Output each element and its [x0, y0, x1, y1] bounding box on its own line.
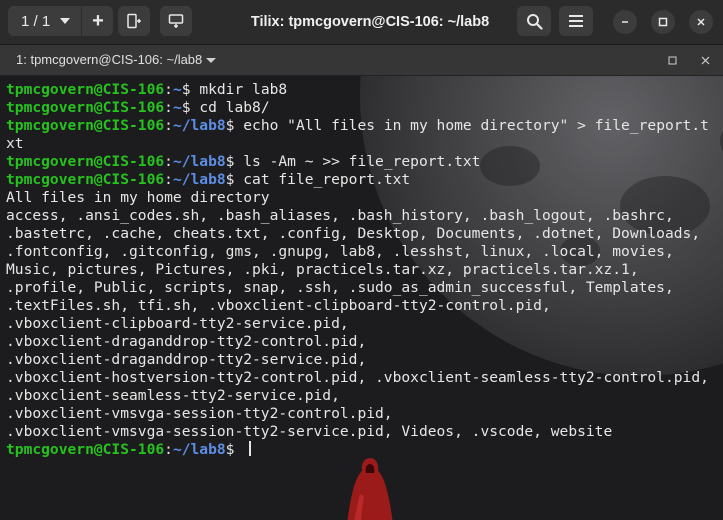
prompt-line: tpmcgovern@CIS-106:~/lab8$ cat file_repo…: [6, 171, 709, 189]
add-terminal-down-button[interactable]: [160, 6, 192, 36]
prompt-path: ~: [172, 81, 182, 98]
terminal-title[interactable]: 1: tpmcgovern@CIS-106: ~/lab8: [16, 45, 202, 75]
maximize-button[interactable]: [651, 10, 675, 34]
output-text: .vboxclient-draganddrop-tty2-control.pid…: [6, 333, 367, 350]
output-text: Music, pictures, Pictures, .pki, practic…: [6, 261, 639, 278]
command-text: $ cd lab8/: [181, 99, 270, 116]
output-text: .textFiles.sh, tfi.sh, .vboxclient-clipb…: [6, 297, 551, 314]
chevron-down-icon[interactable]: [206, 58, 216, 63]
output-text: .vboxclient-clipboard-tty2-service.pid,: [6, 315, 349, 332]
add-terminal-right-button[interactable]: [118, 6, 150, 36]
command-text: $ echo "All files in my home directory" …: [225, 117, 709, 134]
session-switcher-button[interactable]: 1 / 1: [8, 6, 80, 36]
output-line: .vboxclient-clipboard-tty2-service.pid,: [6, 315, 709, 333]
prompt-separator: :: [164, 441, 173, 458]
prompt-line: tpmcgovern@CIS-106:~/lab8$ ls -Am ~ >> f…: [6, 153, 709, 171]
output-text: .vboxclient-vmsvga-session-tty2-service.…: [6, 423, 613, 440]
prompt-user-host: tpmcgovern@CIS-106: [6, 99, 165, 116]
output-line: access, .ansi_codes.sh, .bash_aliases, .…: [6, 207, 709, 225]
output-text: access, .ansi_codes.sh, .bash_aliases, .…: [6, 207, 674, 224]
output-line: Music, pictures, Pictures, .pki, practic…: [6, 261, 709, 279]
output-line: xt: [6, 135, 709, 153]
terminal-close-button[interactable]: [697, 52, 713, 68]
output-text: .vboxclient-hostversion-tty2-control.pid…: [6, 369, 709, 386]
output-text: .fontconfig, .gitconfig, gms, .gnupg, la…: [6, 243, 674, 260]
plus-icon: +: [92, 9, 104, 32]
command-text: $: [225, 441, 244, 458]
output-line: .textFiles.sh, tfi.sh, .vboxclient-clipb…: [6, 297, 709, 315]
session-counter: 1 / 1: [21, 12, 51, 30]
output-line: .vboxclient-vmsvga-session-tty2-control.…: [6, 405, 709, 423]
output-line: .vboxclient-hostversion-tty2-control.pid…: [6, 369, 709, 387]
split-down-icon: [168, 14, 184, 28]
output-text: .bastetrc, .cache, cheats.txt, .config, …: [6, 225, 701, 242]
maximize-icon: [668, 56, 676, 64]
command-text: $ mkdir lab8: [181, 81, 288, 98]
output-line: .vboxclient-draganddrop-tty2-service.pid…: [6, 351, 709, 369]
command-text: $ ls -Am ~ >> file_report.txt: [225, 153, 481, 170]
output-text: xt: [6, 135, 24, 152]
prompt-path: ~/lab8: [172, 441, 226, 458]
minimize-icon: [622, 21, 628, 23]
session-group: 1 / 1 +: [8, 6, 113, 36]
add-session-button[interactable]: +: [81, 6, 114, 36]
close-icon: [701, 56, 709, 64]
terminal-maximize-button[interactable]: [664, 52, 680, 68]
output-line: .fontconfig, .gitconfig, gms, .gnupg, la…: [6, 243, 709, 261]
prompt-path: ~: [172, 99, 182, 116]
main-menu-button[interactable]: [559, 6, 593, 36]
prompt-separator: :: [164, 171, 173, 188]
prompt-line: tpmcgovern@CIS-106:~/lab8$ echo "All fil…: [6, 117, 709, 135]
output-text: All files in my home directory: [6, 189, 270, 206]
prompt-separator: :: [164, 99, 173, 116]
output-text: .vboxclient-seamless-tty2-service.pid,: [6, 387, 340, 404]
search-button[interactable]: [517, 6, 551, 36]
output-line: .vboxclient-seamless-tty2-service.pid,: [6, 387, 709, 405]
maximize-icon: [658, 17, 668, 27]
prompt-path: ~/lab8: [172, 117, 226, 134]
prompt-separator: :: [164, 117, 173, 134]
terminal-output: tpmcgovern@CIS-106:~$ mkdir lab8 tpmcgove…: [6, 81, 709, 459]
output-text: .vboxclient-vmsvga-session-tty2-control.…: [6, 405, 393, 422]
output-text: .vboxclient-draganddrop-tty2-service.pid…: [6, 351, 367, 368]
terminal-title-bar: 1: tpmcgovern@CIS-106: ~/lab8: [0, 45, 723, 76]
prompt-user-host: tpmcgovern@CIS-106: [6, 153, 165, 170]
text-cursor: [249, 441, 252, 456]
background-figure-image: [347, 458, 393, 520]
close-button[interactable]: [689, 10, 713, 34]
command-text: $ cat file_report.txt: [225, 171, 411, 188]
header-bar: 1 / 1 + Tilix: tpmcgovern@CIS-106: ~/lab…: [0, 0, 723, 45]
prompt-line: tpmcgovern@CIS-106:~/lab8$: [6, 441, 709, 459]
chevron-down-icon: [60, 18, 71, 24]
prompt-line: tpmcgovern@CIS-106:~$ cd lab8/: [6, 99, 709, 117]
output-text: .profile, Public, scripts, snap, .ssh, .…: [6, 279, 674, 296]
minimize-button[interactable]: [613, 10, 637, 34]
split-right-icon: [127, 13, 141, 29]
search-icon: [526, 13, 543, 30]
output-line: .profile, Public, scripts, snap, .ssh, .…: [6, 279, 709, 297]
output-line: .vboxclient-draganddrop-tty2-control.pid…: [6, 333, 709, 351]
output-line: All files in my home directory: [6, 189, 709, 207]
prompt-user-host: tpmcgovern@CIS-106: [6, 81, 165, 98]
prompt-separator: :: [164, 81, 173, 98]
output-line: .vboxclient-vmsvga-session-tty2-service.…: [6, 423, 709, 441]
window-title: Tilix: tpmcgovern@CIS-106: ~/lab8: [250, 14, 490, 30]
prompt-user-host: tpmcgovern@CIS-106: [6, 171, 165, 188]
terminal-view[interactable]: tpmcgovern@CIS-106:~$ mkdir lab8 tpmcgove…: [0, 76, 723, 520]
prompt-path: ~/lab8: [172, 171, 226, 188]
prompt-separator: :: [164, 153, 173, 170]
prompt-line: tpmcgovern@CIS-106:~$ mkdir lab8: [6, 81, 709, 99]
tilix-window: 1 / 1 + Tilix: tpmcgovern@CIS-106: ~/lab…: [0, 0, 723, 520]
prompt-user-host: tpmcgovern@CIS-106: [6, 117, 165, 134]
hamburger-menu-icon: [569, 15, 583, 27]
prompt-user-host: tpmcgovern@CIS-106: [6, 441, 165, 458]
output-line: .bastetrc, .cache, cheats.txt, .config, …: [6, 225, 709, 243]
prompt-path: ~/lab8: [172, 153, 226, 170]
close-icon: [697, 18, 705, 26]
